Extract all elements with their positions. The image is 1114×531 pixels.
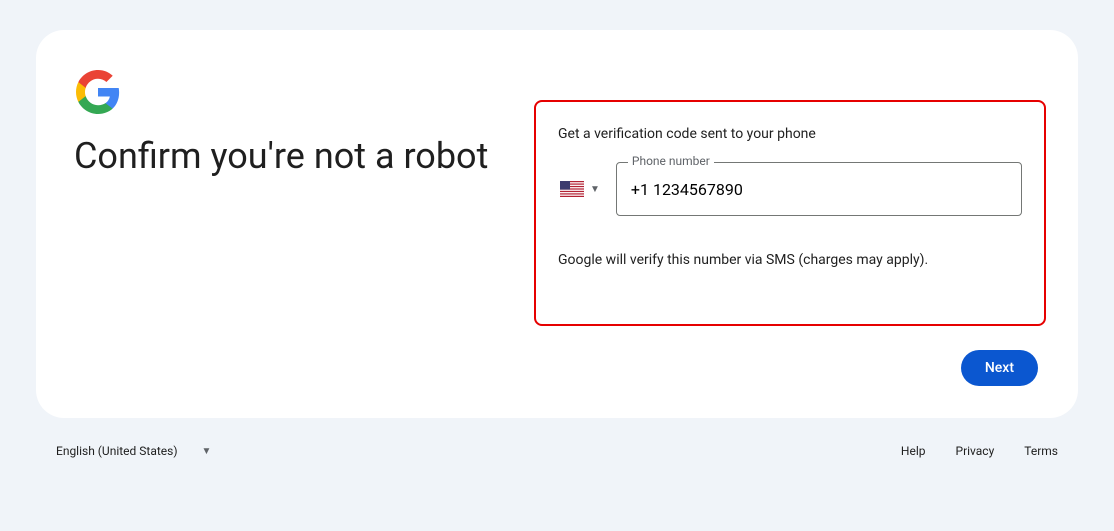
- chevron-down-icon: ▼: [590, 184, 600, 195]
- left-column: Confirm you're not a robot: [74, 68, 557, 380]
- language-label: English (United States): [56, 444, 178, 458]
- page-heading: Confirm you're not a robot: [74, 134, 494, 178]
- footer-links: Help Privacy Terms: [901, 444, 1058, 458]
- us-flag-icon: [560, 181, 584, 197]
- help-link[interactable]: Help: [901, 444, 926, 458]
- terms-link[interactable]: Terms: [1024, 444, 1058, 458]
- country-select[interactable]: ▼: [558, 177, 602, 201]
- next-button[interactable]: Next: [961, 350, 1038, 386]
- phone-input-wrapper: Phone number: [616, 162, 1022, 216]
- google-logo-icon: [74, 68, 122, 116]
- verification-form: Get a verification code sent to your pho…: [534, 100, 1046, 326]
- phone-input[interactable]: [616, 162, 1022, 216]
- instruction-text: Get a verification code sent to your pho…: [558, 126, 1022, 142]
- phone-row: ▼ Phone number: [558, 162, 1022, 216]
- privacy-link[interactable]: Privacy: [956, 444, 995, 458]
- language-select[interactable]: English (United States) ▼: [56, 438, 211, 464]
- disclaimer-text: Google will verify this number via SMS (…: [558, 252, 1022, 268]
- chevron-down-icon: ▼: [202, 446, 212, 457]
- signin-card: Confirm you're not a robot Get a verific…: [36, 30, 1078, 418]
- footer: English (United States) ▼ Help Privacy T…: [0, 418, 1114, 464]
- right-column: Get a verification code sent to your pho…: [557, 68, 1040, 380]
- phone-input-label: Phone number: [628, 154, 714, 168]
